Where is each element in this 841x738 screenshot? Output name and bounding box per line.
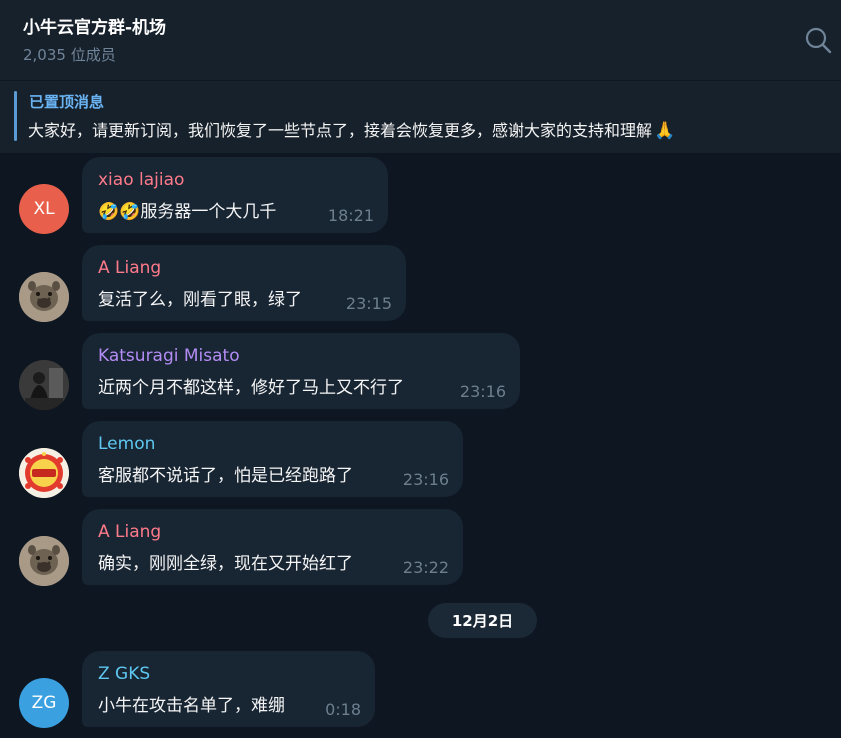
hyena-photo-avatar[interactable]	[19, 536, 69, 586]
pray-emoji: 🙏	[654, 121, 676, 141]
message-text: 复活了么，刚看了眼，绿了	[98, 290, 302, 310]
message-bubble[interactable]: A Liang 确实，刚刚全绿，现在又开始红了 23:22	[82, 509, 463, 585]
message-time: 0:18	[325, 700, 361, 719]
pinned-text-body: 大家好，请更新订阅，我们恢复了一些节点了，接着会恢复更多，感谢大家的支持和理解	[28, 121, 653, 140]
message-text: 小牛在攻击名单了，难绷	[98, 696, 285, 716]
sender-name[interactable]: A Liang	[98, 522, 161, 542]
search-icon[interactable]	[804, 26, 834, 56]
pinned-indicator	[14, 91, 17, 141]
pinned-text: 大家好，请更新订阅，我们恢复了一些节点了，接着会恢复更多，感谢大家的支持和理解 🙏	[28, 117, 675, 141]
message-bubble[interactable]: xiao lajiao 🤣🤣服务器一个大几千 18:21	[82, 157, 388, 233]
message-time: 23:22	[402, 558, 449, 577]
new-year-sticker-avatar[interactable]	[19, 448, 69, 498]
message-text: 🤣🤣服务器一个大几千	[98, 202, 277, 222]
avatar[interactable]: XL	[19, 184, 69, 234]
message-list[interactable]: XL xiao lajiao 🤣🤣服务器一个大几千 18:21 A Liang	[0, 153, 841, 738]
message-bubble[interactable]: Z GKS 小牛在攻击名单了，难绷 0:18	[82, 651, 375, 727]
message-time: 23:16	[459, 382, 506, 401]
member-count: 2,035 位成员	[23, 46, 116, 64]
avatar-initials: XL	[33, 199, 55, 219]
chat-title: 小牛云官方群-机场	[23, 18, 167, 38]
date-separator: 12月2日	[428, 603, 537, 638]
message-time: 18:21	[327, 206, 374, 225]
message-bubble[interactable]: Katsuragi Misato 近两个月不都这样，修好了马上又不行了 23:1…	[82, 333, 520, 409]
pinned-label: 已置顶消息	[29, 93, 105, 111]
message-text: 确实，刚刚全绿，现在又开始红了	[98, 554, 353, 574]
avatar-initials: ZG	[31, 693, 57, 713]
message-text: 客服都不说话了，怕是已经跑路了	[98, 466, 353, 486]
sender-name[interactable]: Z GKS	[98, 664, 150, 684]
avatar[interactable]: ZG	[19, 678, 69, 728]
message-bubble[interactable]: Lemon 客服都不说话了，怕是已经跑路了 23:16	[82, 421, 463, 497]
sender-name[interactable]: A Liang	[98, 258, 161, 278]
pinned-message[interactable]: 已置顶消息 大家好，请更新订阅，我们恢复了一些节点了，接着会恢复更多，感谢大家的…	[0, 80, 841, 153]
hyena-photo-avatar[interactable]	[19, 272, 69, 322]
message-bubble[interactable]: A Liang 复活了么，刚看了眼，绿了 23:15	[82, 245, 406, 321]
message-time: 23:16	[402, 470, 449, 489]
sender-name[interactable]: Lemon	[98, 434, 155, 454]
person-photo-avatar[interactable]	[19, 360, 69, 410]
message-time: 23:15	[345, 294, 392, 313]
message-text: 近两个月不都这样，修好了马上又不行了	[98, 378, 404, 398]
sender-name[interactable]: Katsuragi Misato	[98, 346, 240, 366]
sender-name[interactable]: xiao lajiao	[98, 170, 184, 190]
chat-header[interactable]: 小牛云官方群-机场 2,035 位成员	[0, 0, 841, 80]
